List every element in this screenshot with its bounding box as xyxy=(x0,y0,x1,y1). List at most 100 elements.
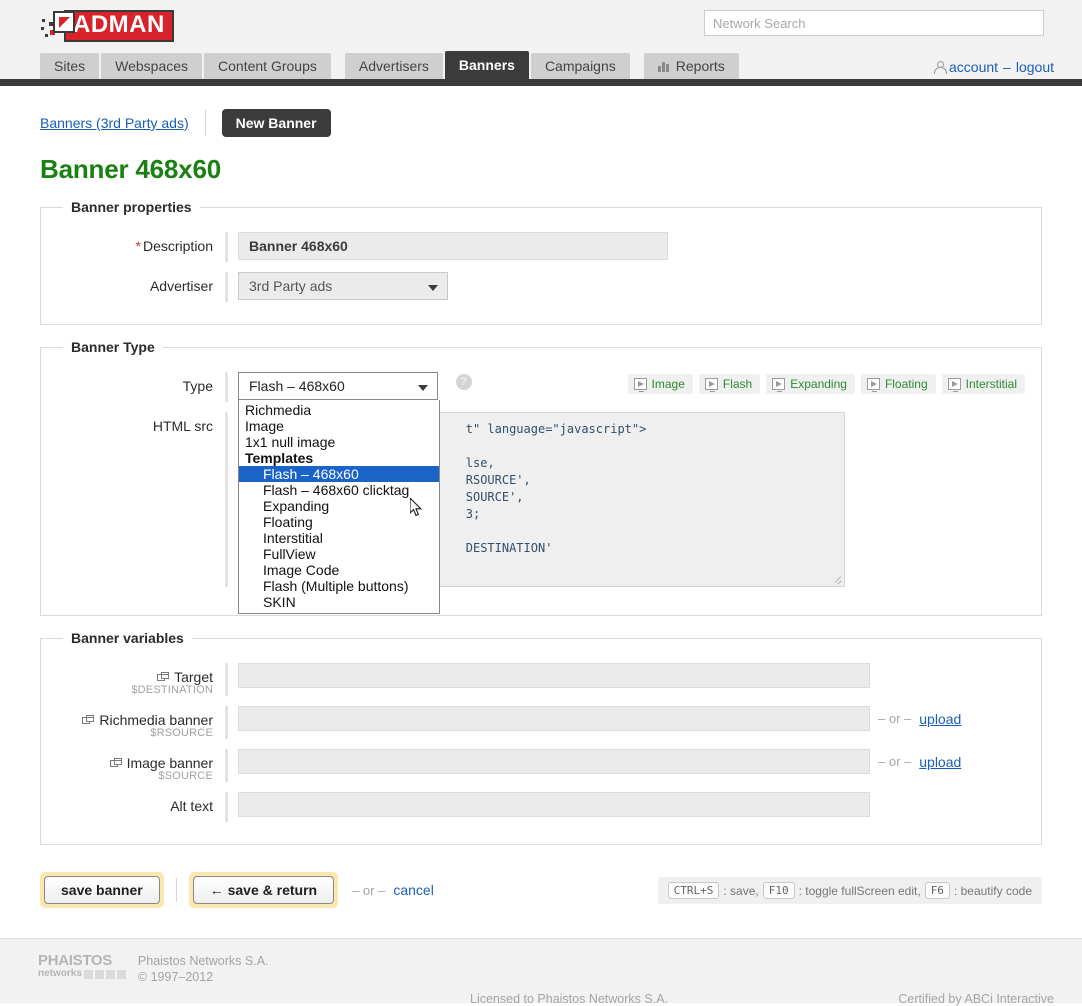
top-header: ADMAN xyxy=(0,0,1082,50)
adman-logo: ADMAN xyxy=(40,10,174,42)
help-icon[interactable]: ? xyxy=(456,374,472,390)
cancel-link[interactable]: cancel xyxy=(393,882,433,898)
new-banner-button[interactable]: New Banner xyxy=(222,109,331,137)
breadcrumb-divider xyxy=(205,110,206,136)
dropdown-option-flash-468x60[interactable]: Flash – 468x60 xyxy=(239,466,439,482)
required-marker: * xyxy=(136,238,141,254)
search-input[interactable] xyxy=(704,10,1044,36)
bar-chart-icon xyxy=(658,61,671,72)
alt-text-label: Alt text xyxy=(41,792,213,820)
target-var-name: $DESTINATION xyxy=(41,685,213,696)
account-separator: – xyxy=(1003,59,1011,75)
type-label: Type xyxy=(41,372,213,400)
dropdown-option-richmedia[interactable]: Richmedia xyxy=(239,402,439,418)
dropdown-option-fullview[interactable]: FullView xyxy=(239,546,439,562)
row-separator xyxy=(225,706,228,739)
dropdown-option-interstitial[interactable]: Interstitial xyxy=(239,530,439,546)
breadcrumb: Banners (3rd Party ads) New Banner xyxy=(40,108,1082,138)
banner-properties-legend: Banner properties xyxy=(63,199,200,215)
banner-type-panel: Banner Type Image Flash Expanding Floati… xyxy=(40,347,1042,616)
banner-type-select-value: Flash – 468x60 xyxy=(249,378,345,394)
variable-row-target: Target $DESTINATION xyxy=(41,663,1041,696)
banner-variables-legend: Banner variables xyxy=(63,630,192,646)
logout-link[interactable]: logout xyxy=(1016,59,1054,75)
description-input[interactable] xyxy=(238,232,668,260)
account-link[interactable]: account xyxy=(949,59,998,75)
target-input[interactable] xyxy=(238,663,870,688)
tab-label: Banners xyxy=(459,57,515,73)
variable-row-image: Image banner $SOURCE – or – upload xyxy=(41,749,1041,782)
html-src-row: HTML src t" language="javascript"> lse, … xyxy=(41,412,1041,587)
footer-left: PHAISTOS networks Phaistos Networks S.A.… xyxy=(38,953,269,985)
richmedia-label-text: Richmedia banner xyxy=(99,712,213,728)
row-separator xyxy=(225,232,228,262)
description-label-text: Description xyxy=(143,238,213,254)
page-title: Banner 468x60 xyxy=(40,154,1082,185)
dropdown-option-1x1-null-image[interactable]: 1x1 null image xyxy=(239,434,439,450)
dropdown-option-flash-multiple-buttons[interactable]: Flash (Multiple buttons) xyxy=(239,578,439,594)
logo-arrow-icon xyxy=(53,11,75,33)
tab-sites[interactable]: Sites xyxy=(40,53,99,79)
banner-type-select[interactable]: Flash – 468x60 xyxy=(238,372,438,400)
tab-content-groups[interactable]: Content Groups xyxy=(204,53,331,79)
alt-text-input[interactable] xyxy=(238,792,870,817)
description-row: *Description xyxy=(41,232,1041,262)
variable-row-alt-text: Alt text xyxy=(41,792,1041,822)
logo-wordmark: ADMAN xyxy=(64,10,174,42)
save-and-return-button[interactable]: ← save & return xyxy=(193,876,334,904)
dropdown-option-flash-468x60-clicktag[interactable]: Flash – 468x60 clicktag xyxy=(239,482,439,498)
breadcrumb-banners-link[interactable]: Banners (3rd Party ads) xyxy=(40,115,189,131)
advertiser-select[interactable]: 3rd Party ads xyxy=(238,272,448,300)
description-label: *Description xyxy=(41,232,213,260)
or-separator: – or – xyxy=(878,754,911,769)
dropdown-option-skin[interactable]: SKIN xyxy=(239,594,439,610)
save-banner-highlight: save banner xyxy=(40,872,164,908)
keyboard-hints: CTRL+S : save, F10 : toggle fullScreen e… xyxy=(658,877,1042,904)
page-footer: PHAISTOS networks Phaistos Networks S.A.… xyxy=(0,938,1082,1003)
save-banner-button[interactable]: save banner xyxy=(44,876,160,904)
or-separator: – or – xyxy=(878,711,911,726)
row-separator xyxy=(225,749,228,782)
row-separator xyxy=(225,272,228,302)
resize-handle-icon[interactable] xyxy=(834,576,842,584)
tab-reports[interactable]: Reports xyxy=(644,53,739,79)
tab-label: Campaigns xyxy=(545,58,616,74)
banner-type-dropdown[interactable]: Richmedia Image 1x1 null image Templates… xyxy=(238,400,440,614)
footer-copyright: © 1997–2012 xyxy=(138,969,269,985)
banner-variables-panel: Banner variables Target $DESTINATION xyxy=(40,638,1042,845)
main-navbar: Sites Webspaces Content Groups Advertise… xyxy=(0,50,1082,86)
tab-advertisers[interactable]: Advertisers xyxy=(345,53,443,79)
hint-text-save: : save, xyxy=(723,884,758,898)
dropdown-option-floating[interactable]: Floating xyxy=(239,514,439,530)
tab-label: Advertisers xyxy=(359,58,429,74)
chevron-down-icon xyxy=(418,385,428,391)
dropdown-option-expanding[interactable]: Expanding xyxy=(239,498,439,514)
target-label-text: Target xyxy=(174,669,213,685)
row-separator xyxy=(225,663,228,696)
hint-text-beautify: : beautify code xyxy=(954,884,1032,898)
target-label: Target $DESTINATION xyxy=(41,663,213,696)
image-banner-label: Image banner $SOURCE xyxy=(41,749,213,782)
richmedia-var-name: $RSOURCE xyxy=(41,728,213,739)
account-area: account – logout xyxy=(934,59,1054,75)
dropdown-option-image[interactable]: Image xyxy=(239,418,439,434)
or-separator: – or – xyxy=(352,883,385,898)
image-banner-var-name: $SOURCE xyxy=(41,771,213,782)
tab-webspaces[interactable]: Webspaces xyxy=(101,53,202,79)
dropdown-option-image-code[interactable]: Image Code xyxy=(239,562,439,578)
type-row: Type Flash – 468x60 Richmedia Image 1x1 … xyxy=(41,372,1041,402)
save-return-highlight: ← save & return xyxy=(189,872,338,908)
window-link-icon xyxy=(82,715,95,726)
richmedia-upload-link[interactable]: upload xyxy=(919,711,961,727)
richmedia-input[interactable] xyxy=(238,706,870,731)
tab-label: Content Groups xyxy=(218,58,317,74)
kbd-f10: F10 xyxy=(763,882,795,899)
tab-banners[interactable]: Banners xyxy=(445,51,529,79)
image-banner-upload-link[interactable]: upload xyxy=(919,754,961,770)
image-banner-input[interactable] xyxy=(238,749,870,774)
phaistos-logo: PHAISTOS networks xyxy=(38,953,126,979)
phaistos-logo-bottom: networks xyxy=(38,969,126,979)
tab-campaigns[interactable]: Campaigns xyxy=(531,53,630,79)
variable-row-richmedia: Richmedia banner $RSOURCE – or – upload xyxy=(41,706,1041,739)
html-src-label: HTML src xyxy=(41,412,213,440)
